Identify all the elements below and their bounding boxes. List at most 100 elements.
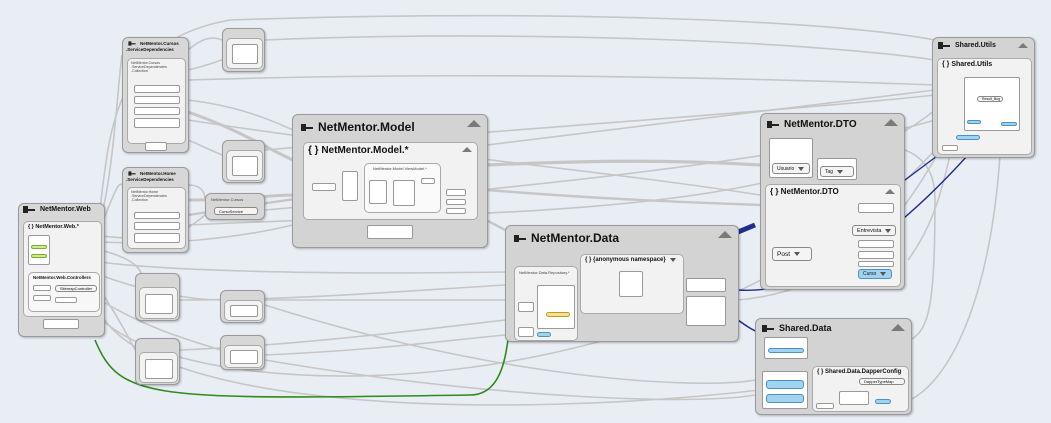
class-box[interactable]	[134, 212, 180, 219]
class-box[interactable]	[686, 278, 726, 292]
class-box[interactable]: Tag	[817, 158, 857, 180]
usuario-class[interactable]: Usuario	[772, 163, 810, 174]
assembly-netmentor-model[interactable]: NetMentor.Model { } NetMentor.Model.* Ne…	[292, 114, 488, 248]
utils-class-blue[interactable]	[967, 120, 981, 124]
controller-box[interactable]	[33, 285, 51, 291]
shared-data-class-blue[interactable]	[875, 399, 891, 404]
class-box[interactable]	[816, 403, 834, 409]
assembly-home-service-dependencies[interactable]: NetMentor.Home .ServiceDependencies NetM…	[122, 167, 189, 253]
assembly-small[interactable]	[222, 140, 265, 183]
assembly-small[interactable]	[222, 28, 265, 72]
web-class-green[interactable]	[31, 245, 47, 249]
namespace-repository[interactable]: NetMentor.Data.Repository.*	[514, 266, 578, 341]
class-box[interactable]: Usuario	[769, 138, 813, 178]
class-box[interactable]	[134, 107, 180, 115]
assembly-shared-data[interactable]: Shared.Data { } Shared.Data.DapperConfig…	[755, 318, 912, 415]
namespace-controllers[interactable]: NetMentor.Web.Controllers SitemapControl…	[28, 272, 100, 312]
class-box[interactable]	[369, 180, 387, 204]
class-box[interactable]	[619, 271, 643, 297]
chevron-down-icon[interactable]	[794, 252, 801, 256]
namespace-home-deps[interactable]: NetMentor.Home .ServiceDependencies .Col…	[127, 187, 186, 249]
namespace-dto[interactable]: { } NetMentor.DTO Entrevista Post Curso	[765, 184, 901, 287]
collapse-icon[interactable]	[891, 324, 905, 331]
tag-class[interactable]: Tag	[820, 166, 854, 177]
assembly-cursos-service-dependencies[interactable]: NetMentor.Cursos .ServiceDependencies Ne…	[122, 37, 189, 153]
class-box[interactable]	[134, 222, 180, 230]
assembly-small[interactable]	[220, 335, 265, 370]
class-box[interactable]	[342, 171, 358, 201]
assembly-small[interactable]	[220, 290, 265, 323]
shared-data-class-blue[interactable]	[766, 380, 804, 389]
class-box[interactable]	[134, 85, 180, 93]
result-class[interactable]: Result_Bug	[977, 96, 1003, 102]
class-box[interactable]	[762, 371, 808, 409]
collapse-icon[interactable]	[462, 147, 472, 152]
class-box[interactable]	[134, 233, 180, 243]
misc-box[interactable]	[145, 142, 167, 151]
class-box[interactable]	[858, 240, 894, 248]
class-box[interactable]	[839, 391, 869, 405]
class-box[interactable]	[686, 296, 726, 326]
web-class-green[interactable]	[31, 254, 47, 258]
controller-box[interactable]	[55, 297, 77, 303]
assembly-netmentor-dto[interactable]: NetMentor.DTO Usuario Tag { } NetMentor.…	[760, 113, 905, 290]
collapse-icon[interactable]	[885, 189, 895, 194]
utils-class-blue[interactable]	[1001, 122, 1017, 126]
class-box[interactable]	[942, 145, 958, 151]
namespace-title: NetMentor.Cursos .ServiceDependencies .C…	[131, 61, 167, 73]
assembly-netmentor-data[interactable]: NetMentor.Data NetMentor.Data.Repository…	[505, 225, 739, 342]
curso-service-class[interactable]: CursoService	[214, 207, 258, 215]
collapse-icon[interactable]	[884, 119, 898, 126]
class-box[interactable]	[858, 261, 894, 267]
repo-class-blue[interactable]	[537, 332, 551, 337]
assembly-netmentor-cursos[interactable]: NetMentor.Cursos CursoService	[205, 193, 265, 220]
namespace-viewmodel[interactable]: NetMentor.Model.ViewModel.*	[364, 163, 441, 213]
class-box[interactable]	[446, 208, 466, 214]
web-class-box[interactable]	[28, 235, 50, 265]
assembly-small[interactable]	[135, 338, 180, 385]
class-box[interactable]	[518, 327, 534, 337]
class-box[interactable]: Result_Bug	[964, 77, 1020, 131]
dapper-class[interactable]: DapperTypeMap	[859, 378, 905, 385]
chevron-down-icon[interactable]	[669, 258, 676, 262]
entrevista-class[interactable]: Entrevista	[852, 225, 896, 236]
class-box[interactable]	[446, 199, 466, 205]
class-box[interactable]	[537, 285, 575, 329]
utils-class-blue[interactable]	[956, 135, 980, 140]
namespace-anonymous[interactable]: { } {anonymous namespace}	[580, 254, 684, 314]
chevron-down-icon[interactable]	[885, 228, 892, 233]
assembly-netmentor-web[interactable]: NetMentor.Web { } NetMentor.Web.* NetMen…	[18, 203, 105, 337]
class-box[interactable]	[134, 118, 180, 128]
namespace-title: { } Shared.Data.DapperConfig	[817, 369, 902, 375]
class-box[interactable]	[421, 178, 435, 184]
chevron-down-icon[interactable]	[837, 169, 844, 174]
chevron-down-icon[interactable]	[798, 166, 805, 171]
chevron-down-icon[interactable]	[880, 272, 887, 276]
namespace-model[interactable]: { } NetMentor.Model.* NetMentor.Model.Vi…	[303, 142, 478, 220]
collapse-icon[interactable]	[1018, 43, 1028, 48]
class-box[interactable]	[367, 225, 413, 239]
class-box[interactable]	[858, 251, 894, 259]
web-misc-box[interactable]	[43, 319, 79, 329]
class-box[interactable]	[134, 96, 180, 104]
post-class[interactable]: Post	[772, 247, 812, 261]
class-box[interactable]	[518, 302, 534, 312]
shared-data-class-blue[interactable]	[768, 348, 804, 353]
collapse-icon[interactable]	[718, 231, 732, 238]
curso-class[interactable]: Curso	[858, 269, 892, 279]
class-box[interactable]	[312, 183, 336, 191]
namespace-cursos-deps[interactable]: NetMentor.Cursos .ServiceDependencies .C…	[127, 58, 186, 144]
assembly-shared-utils[interactable]: Shared.Utils { } Shared.Utils Result_Bug	[932, 37, 1035, 158]
shared-data-class-blue[interactable]	[766, 394, 804, 403]
assembly-small[interactable]	[135, 273, 180, 321]
repo-class-yellow[interactable]	[546, 312, 570, 317]
class-box[interactable]	[764, 337, 808, 359]
collapse-icon[interactable]	[467, 120, 481, 127]
class-box[interactable]	[393, 180, 415, 206]
sitemap-controller-class[interactable]: SitemapController	[55, 285, 97, 292]
class-box[interactable]	[446, 189, 466, 196]
namespace-utils[interactable]: { } Shared.Utils Result_Bug	[937, 58, 1032, 155]
namespace-web[interactable]: { } NetMentor.Web.* NetMentor.Web.Contro…	[23, 221, 102, 317]
class-box[interactable]	[858, 203, 894, 213]
controller-box[interactable]	[33, 295, 51, 301]
